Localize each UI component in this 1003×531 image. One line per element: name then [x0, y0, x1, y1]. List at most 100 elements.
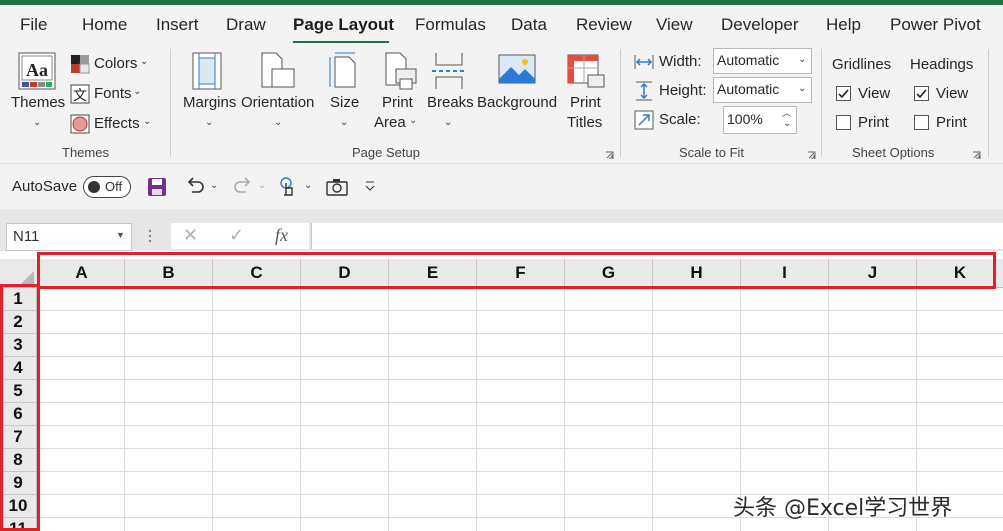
gridlines-print-label[interactable]: Print — [858, 114, 889, 131]
tab-formulas[interactable]: Formulas — [415, 15, 486, 35]
print-titles-line2[interactable]: Titles — [567, 113, 602, 133]
chevron-down-icon[interactable]: ⌄ — [409, 115, 417, 126]
tab-view[interactable]: View — [656, 15, 693, 35]
tab-data[interactable]: Data — [511, 15, 547, 35]
gridlines-print-checkbox[interactable] — [836, 115, 851, 130]
tab-developer[interactable]: Developer — [721, 15, 799, 35]
chevron-down-icon[interactable]: ⌄ — [274, 117, 282, 128]
dialog-launcher-icon[interactable] — [605, 147, 614, 159]
print-titles-line1[interactable]: Print — [570, 93, 601, 113]
size-button[interactable]: Size — [330, 93, 359, 113]
chevron-down-icon[interactable]: ⌄ — [140, 56, 148, 67]
colors-icon[interactable] — [70, 54, 90, 74]
dialog-launcher-icon[interactable] — [807, 147, 816, 159]
drag-handle-icon[interactable] — [147, 228, 153, 244]
themes-group-label: Themes — [62, 145, 109, 160]
autosave-label: AutoSave — [12, 178, 78, 195]
print-area-line1[interactable]: Print — [382, 93, 413, 113]
height-select-value: Automatic — [717, 81, 780, 97]
insert-function-icon[interactable]: fx — [275, 225, 288, 246]
themes-icon[interactable]: Aa — [16, 51, 58, 93]
effects-button[interactable]: Effects — [94, 115, 140, 132]
touch-mode-icon[interactable] — [278, 176, 300, 200]
redo-icon[interactable] — [232, 176, 254, 198]
svg-text:文: 文 — [73, 88, 87, 104]
save-icon[interactable] — [147, 177, 167, 197]
headings-print-checkbox[interactable] — [914, 115, 929, 130]
margins-button[interactable]: Margins — [183, 93, 236, 113]
ribbon-separator — [821, 49, 822, 157]
tab-home[interactable]: Home — [82, 15, 127, 35]
gridline — [37, 402, 1003, 403]
chevron-down-icon[interactable]: ⌄ — [783, 118, 791, 129]
name-box[interactable]: N11 ▼ — [6, 223, 132, 251]
sheet-options-group-label: Sheet Options — [852, 145, 935, 160]
chevron-down-icon[interactable]: ⌄ — [133, 86, 141, 97]
chevron-down-icon[interactable]: ⌄ — [33, 117, 41, 128]
scale-icon — [634, 110, 654, 130]
gridline — [37, 471, 1003, 472]
print-area-line2[interactable]: Area — [374, 113, 406, 133]
print-area-icon[interactable] — [382, 51, 418, 91]
margins-icon[interactable] — [190, 51, 226, 91]
enter-icon[interactable]: ✓ — [229, 225, 244, 246]
size-icon[interactable] — [327, 51, 361, 91]
scale-to-fit-group-label: Scale to Fit — [679, 145, 745, 160]
chevron-down-icon[interactable]: ⌄ — [143, 116, 151, 127]
orientation-button[interactable]: Orientation — [241, 93, 314, 113]
themes-label[interactable]: Themes — [11, 93, 65, 113]
tab-page-layout[interactable]: Page Layout — [293, 15, 394, 35]
orientation-icon[interactable] — [258, 51, 298, 91]
width-select[interactable]: Automatic ⌄ — [713, 48, 812, 74]
scale-spinner[interactable]: 100% ︿ ⌄ — [723, 106, 797, 134]
headings-print-label[interactable]: Print — [936, 114, 967, 131]
background-icon[interactable] — [497, 53, 537, 89]
headings-view-checkbox[interactable] — [914, 86, 929, 101]
tab-power-pivot[interactable]: Power Pivot — [890, 15, 981, 35]
column-headers-highlight — [37, 252, 996, 289]
tab-review[interactable]: Review — [576, 15, 632, 35]
dialog-launcher-icon[interactable] — [972, 147, 981, 159]
customize-toolbar-icon[interactable] — [363, 179, 377, 193]
tab-help[interactable]: Help — [826, 15, 861, 35]
cancel-icon[interactable]: ✕ — [183, 225, 198, 246]
background-button[interactable]: Background — [477, 93, 557, 113]
chevron-down-icon[interactable]: ▼ — [116, 230, 125, 240]
undo-icon[interactable] — [184, 176, 206, 198]
tab-draw[interactable]: Draw — [226, 15, 266, 35]
width-icon — [634, 53, 654, 71]
breaks-icon[interactable] — [430, 51, 468, 91]
chevron-down-icon[interactable]: ⌄ — [210, 180, 218, 191]
headings-view-label[interactable]: View — [936, 85, 968, 102]
breaks-button[interactable]: Breaks — [427, 93, 474, 113]
width-label: Width: — [659, 53, 702, 70]
print-titles-icon[interactable] — [566, 51, 606, 91]
camera-icon[interactable] — [325, 177, 349, 197]
chevron-down-icon[interactable]: ⌄ — [340, 117, 348, 128]
chevron-down-icon[interactable]: ⌄ — [444, 117, 452, 128]
tab-insert[interactable]: Insert — [156, 15, 199, 35]
chevron-down-icon[interactable]: ⌄ — [304, 180, 312, 191]
colors-button[interactable]: Colors — [94, 55, 137, 72]
row-headers-highlight — [0, 284, 40, 531]
gridlines-label: Gridlines — [832, 56, 892, 73]
chevron-down-icon[interactable]: ⌄ — [258, 180, 266, 191]
fonts-icon[interactable]: 文 — [70, 84, 90, 104]
gridline — [37, 310, 1003, 311]
gridline — [37, 425, 1003, 426]
ribbon-tabs: File Home Insert Draw Page Layout Formul… — [0, 5, 1003, 44]
toggle-state: Off — [105, 179, 123, 194]
scale-value: 100% — [727, 111, 763, 127]
autosave-toggle[interactable]: Off — [83, 176, 131, 198]
height-select[interactable]: Automatic ⌄ — [713, 77, 812, 103]
gridline — [37, 448, 1003, 449]
chevron-down-icon[interactable]: ⌄ — [205, 117, 213, 128]
effects-icon[interactable] — [70, 114, 90, 134]
gridlines-view-checkbox[interactable] — [836, 86, 851, 101]
gridlines-view-label[interactable]: View — [858, 85, 890, 102]
tab-file[interactable]: File — [20, 15, 47, 35]
fonts-button[interactable]: Fonts — [94, 85, 132, 102]
formula-input[interactable] — [311, 223, 1003, 249]
height-label: Height: — [659, 82, 707, 99]
svg-text:Aa: Aa — [26, 60, 48, 80]
